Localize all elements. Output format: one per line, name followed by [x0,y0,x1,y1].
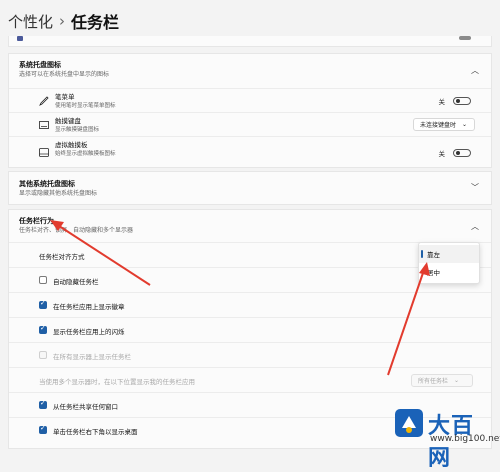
tray-icons-title: 系统托盘图标 [19,61,61,69]
autohide-checkbox[interactable] [39,276,47,284]
alignment-option-center[interactable]: 居中 [419,263,479,281]
breadcrumb: 个性化 › 任务栏 [8,8,119,34]
multi-display-select: 所有任务栏 ⌄ [411,374,473,387]
touch-keyboard-label: 触摸键盘 [55,117,81,125]
partial-toggle-icon [459,36,471,40]
tray-item-virtual-touchpad: 虚拟触摸板 始终显示虚拟触摸板图标 关 [9,136,491,168]
other-tray-icons-panel[interactable]: 其他系统托盘图标 显示或隐藏其他系统托盘图标 ﹀ [8,171,492,205]
behavior-badges[interactable]: 在任务栏应用上显示徽章 [9,292,491,317]
other-tray-title: 其他系统托盘图标 [19,180,75,188]
tray-item-pen-menu: 笔菜单 使用笔时显示笔菜单图标 关 [9,88,491,112]
share-window-label: 从任务栏共享任何窗口 [53,403,118,411]
behavior-all-displays: 在所有显示器上显示任务栏 [9,342,491,367]
tray-icons-subtitle: 选择可以在系统托盘中显示的图标 [19,71,110,78]
chevron-down-icon: ⌄ [462,121,468,128]
touch-keyboard-sub: 显示触摸键盘图标 [55,127,100,133]
pen-menu-label: 笔菜单 [55,93,75,101]
watermark-logo-icon [395,409,423,437]
touch-keyboard-select[interactable]: 未连接键盘时 ⌄ [413,118,475,131]
previous-section-remnant [8,36,492,47]
breadcrumb-parent[interactable]: 个性化 [8,11,53,32]
alignment-option-center-label: 居中 [427,269,440,277]
show-desktop-checkbox[interactable] [39,424,47,434]
other-tray-subtitle: 显示或隐藏其他系统托盘图标 [19,190,98,197]
tray-icons-header[interactable]: 系统托盘图标 选择可以在系统托盘中显示的图标 ︿ [9,54,491,85]
pen-menu-sub: 使用笔时显示笔菜单图标 [55,103,116,109]
alignment-option-left-label: 靠左 [427,251,440,259]
all-displays-label: 在所有显示器上显示任务栏 [53,353,131,361]
alignment-label: 任务栏对齐方式 [39,253,85,261]
chevron-up-icon[interactable]: ︿ [471,221,479,232]
flashing-label: 显示任务栏应用上的闪烁 [53,328,125,336]
all-displays-checkbox [39,351,47,359]
partial-icon [17,36,23,41]
pen-icon [39,95,49,106]
alignment-dropdown[interactable]: 靠左 居中 [418,242,480,284]
breadcrumb-separator: › [59,12,66,30]
autohide-label: 自动隐藏任务栏 [53,278,99,286]
multi-display-label: 当使用多个显示器时，在以下位置显示我的任务栏应用 [39,378,195,386]
multi-display-select-value: 所有任务栏 [418,378,449,385]
touch-keyboard-select-value: 未连接键盘时 [420,122,457,129]
share-window-checkbox[interactable] [39,399,47,409]
chevron-down-icon: ⌄ [454,377,460,384]
taskbar-behaviors-header[interactable]: 任务栏行为 任务栏对齐、锁屏、自动隐藏和多个显示器 ︿ [9,210,491,241]
keyboard-icon [39,120,49,130]
multi-display-row: 当使用多个显示器时，在以下位置显示我的任务栏应用 所有任务栏 ⌄ [9,367,491,392]
chevron-down-icon[interactable]: ﹀ [471,182,479,193]
virtual-touchpad-label: 虚拟触摸板 [55,141,88,149]
virtual-touchpad-toggle[interactable] [453,149,471,157]
tray-icons-panel: 系统托盘图标 选择可以在系统托盘中显示的图标 ︿ 笔菜单 使用笔时显示笔菜单图标… [8,53,492,168]
pen-menu-toggle[interactable] [453,97,471,105]
virtual-touchpad-toggle-state: 关 [438,150,446,158]
taskbar-behaviors-title: 任务栏行为 [19,217,54,225]
chevron-up-icon[interactable]: ︿ [471,65,479,76]
pen-menu-toggle-state: 关 [438,98,446,106]
page-title: 任务栏 [71,13,120,32]
watermark-url: www.big100.net [430,434,500,444]
taskbar-behaviors-subtitle: 任务栏对齐、锁屏、自动隐藏和多个显示器 [19,227,134,234]
behavior-flashing[interactable]: 显示任务栏应用上的闪烁 [9,317,491,342]
tray-item-touch-keyboard: 触摸键盘 显示触摸键盘图标 未连接键盘时 ⌄ [9,112,491,136]
virtual-touchpad-sub: 始终显示虚拟触摸板图标 [55,151,116,157]
flashing-checkbox[interactable] [39,324,47,334]
badges-label: 在任务栏应用上显示徽章 [53,303,125,311]
watermark: 大百网 www.big100.net [392,404,500,471]
badges-checkbox[interactable] [39,299,47,309]
touchpad-icon [39,148,49,158]
alignment-option-left[interactable]: 靠左 [419,245,479,263]
show-desktop-label: 单击任务栏右下角以显示桌面 [53,428,138,436]
